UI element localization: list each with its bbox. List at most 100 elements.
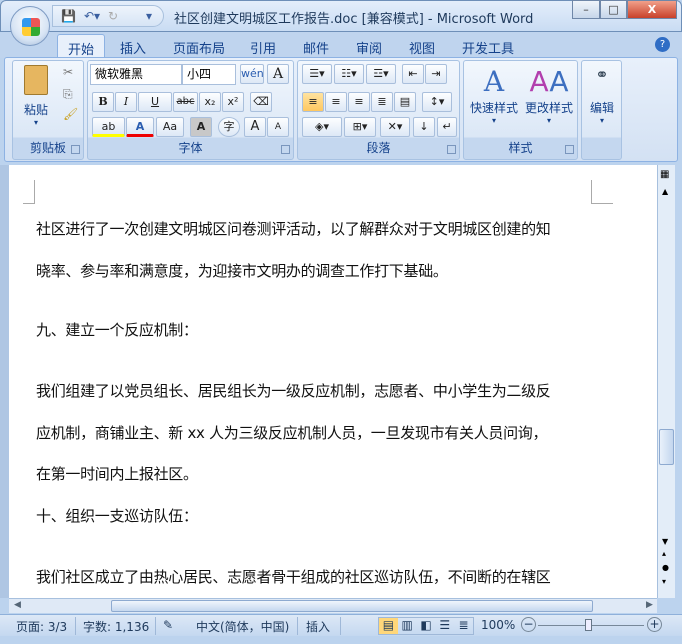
- font-color-button[interactable]: A: [126, 117, 154, 137]
- bold-button[interactable]: B: [92, 92, 114, 112]
- zoom-out-icon[interactable]: −: [521, 617, 536, 632]
- tab-developer[interactable]: 开发工具: [452, 34, 524, 58]
- customize-qat-icon[interactable]: ▾: [146, 9, 152, 23]
- strikethrough-button[interactable]: abc: [173, 92, 198, 112]
- clear-formatting-icon[interactable]: ⌫: [250, 92, 272, 112]
- horizontal-scroll-thumb[interactable]: [111, 600, 593, 612]
- previous-page-icon[interactable]: ▴: [662, 549, 666, 558]
- help-icon[interactable]: ?: [655, 37, 670, 52]
- paragraph-line: 我们组建了以党员组长、居民组长为一级反应机制，志愿者、中小学生为二级反: [36, 382, 551, 400]
- scroll-right-icon[interactable]: ▶: [646, 600, 653, 610]
- editing-group: ⚭ 编辑 ▾: [581, 60, 622, 160]
- change-case-button[interactable]: Aa: [156, 117, 184, 137]
- underline-button[interactable]: U: [138, 92, 172, 112]
- decrease-indent-button[interactable]: ⇤: [402, 64, 424, 84]
- font-group: 微软雅黑 小四 wén A B I U abc x₂ x² ⌫ ab A Aa …: [87, 60, 294, 160]
- justify-button[interactable]: ≣: [371, 92, 393, 112]
- minimize-button[interactable]: –: [572, 0, 600, 19]
- quick-styles-button[interactable]: A 快速样式 ▾: [468, 65, 520, 125]
- enclose-characters-button[interactable]: 字: [218, 117, 240, 137]
- cut-icon[interactable]: ✂: [63, 65, 73, 79]
- zoom-level[interactable]: 100%: [481, 618, 515, 632]
- office-logo-icon: [22, 18, 40, 36]
- undo-icon[interactable]: ↶▾: [84, 9, 100, 23]
- heading-line: 十、组织一支巡访队伍：: [36, 507, 198, 525]
- distributed-button[interactable]: ▤: [394, 92, 416, 112]
- sort-button[interactable]: ↓: [413, 117, 435, 137]
- subscript-button[interactable]: x₂: [199, 92, 221, 112]
- page-count[interactable]: 页面: 3/3: [16, 618, 67, 635]
- superscript-button[interactable]: x²: [222, 92, 244, 112]
- vertical-scrollbar[interactable]: ▦ ▲ ▼ ▴ ● ▾: [657, 165, 675, 598]
- shrink-font-button[interactable]: A: [267, 117, 289, 137]
- tab-insert[interactable]: 插入: [110, 34, 156, 58]
- horizontal-scrollbar[interactable]: ◀ ▶: [9, 598, 657, 613]
- highlight-button[interactable]: ab: [92, 117, 125, 137]
- redo-icon[interactable]: ↻: [108, 9, 118, 23]
- show-marks-button[interactable]: ↵: [437, 117, 457, 137]
- shading-button[interactable]: ◈▾: [302, 117, 342, 137]
- save-icon[interactable]: 💾: [61, 9, 76, 23]
- tab-review[interactable]: 审阅: [346, 34, 392, 58]
- language-status[interactable]: 中文(简体，中国): [196, 618, 289, 635]
- align-right-button[interactable]: ≡: [348, 92, 370, 112]
- scroll-up-icon[interactable]: ▲: [662, 187, 668, 196]
- next-page-icon[interactable]: ▾: [662, 577, 666, 586]
- character-border-button[interactable]: A: [267, 64, 289, 84]
- web-layout-icon[interactable]: ◧: [417, 618, 436, 634]
- paste-button[interactable]: 粘贴 ▾: [19, 65, 53, 127]
- draft-view-icon[interactable]: ≣: [454, 618, 473, 634]
- bullets-button[interactable]: ☰▾: [302, 64, 332, 84]
- align-left-button[interactable]: ≡: [302, 92, 324, 112]
- center-button[interactable]: ≡: [325, 92, 347, 112]
- proofing-icon[interactable]: ✎: [163, 618, 173, 632]
- styles-launcher-icon[interactable]: [565, 145, 574, 154]
- numbering-button[interactable]: ☷▾: [334, 64, 364, 84]
- word-count[interactable]: 字数: 1,136: [83, 618, 149, 635]
- maximize-button[interactable]: □: [600, 0, 627, 19]
- zoom-in-icon[interactable]: +: [647, 617, 662, 632]
- phonetic-guide-button[interactable]: wén: [240, 64, 264, 84]
- font-launcher-icon[interactable]: [281, 145, 290, 154]
- print-layout-view-icon[interactable]: ▤: [379, 618, 398, 634]
- clipboard-launcher-icon[interactable]: [71, 145, 80, 154]
- paragraph-line: 社区进行了一次创建文明城区问卷测评活动，以了解群众对于文明城区创建的知: [36, 220, 551, 238]
- window-title: 社区创建文明城区工作报告.doc [兼容模式] - Microsoft Word: [174, 12, 534, 27]
- tab-references[interactable]: 引用: [240, 34, 286, 58]
- copy-icon[interactable]: ⎘: [63, 87, 73, 102]
- full-screen-reading-icon[interactable]: ▥: [398, 618, 417, 634]
- editing-button[interactable]: ⚭ 编辑 ▾: [584, 65, 620, 125]
- select-browse-object-icon[interactable]: ●: [662, 563, 669, 572]
- asian-layout-button[interactable]: ✕▾: [380, 117, 410, 137]
- italic-button[interactable]: I: [115, 92, 137, 112]
- office-button[interactable]: [10, 6, 50, 46]
- insert-mode-status[interactable]: 插入: [306, 618, 330, 635]
- change-styles-button[interactable]: AA 更改样式 ▾: [522, 65, 576, 125]
- tab-page-layout[interactable]: 页面布局: [163, 34, 235, 58]
- font-name-select[interactable]: 微软雅黑: [90, 64, 182, 85]
- document-page[interactable]: 社区进行了一次创建文明城区问卷测评活动，以了解群众对于文明城区创建的知 晓率、参…: [0, 165, 657, 598]
- heading-line: 九、建立一个反应机制：: [36, 321, 198, 339]
- vertical-scroll-thumb[interactable]: [659, 429, 674, 465]
- tab-view[interactable]: 视图: [399, 34, 445, 58]
- scroll-down-icon[interactable]: ▼: [662, 537, 668, 546]
- grow-font-button[interactable]: A: [244, 117, 266, 137]
- close-button[interactable]: X: [627, 0, 677, 19]
- borders-button[interactable]: ⊞▾: [344, 117, 376, 137]
- styles-group: A 快速样式 ▾ AA 更改样式 ▾ 样式: [463, 60, 578, 160]
- format-painter-icon[interactable]: 🖌: [63, 107, 78, 121]
- tab-home[interactable]: 开始: [57, 34, 106, 58]
- scroll-left-icon[interactable]: ◀: [14, 600, 21, 610]
- zoom-slider-thumb[interactable]: [585, 619, 592, 631]
- margin-mark-left: [23, 180, 35, 204]
- status-bar: 页面: 3/3 字数: 1,136 ✎ 中文(简体，中国) 插入 ▤ ▥ ◧ ☰…: [0, 614, 682, 636]
- font-size-select[interactable]: 小四: [182, 64, 236, 85]
- character-shading-button[interactable]: A: [190, 117, 212, 137]
- ruler-toggle-icon[interactable]: ▦: [660, 169, 669, 180]
- paragraph-launcher-icon[interactable]: [447, 145, 456, 154]
- outline-view-icon[interactable]: ☰: [435, 618, 454, 634]
- increase-indent-button[interactable]: ⇥: [425, 64, 447, 84]
- multilevel-list-button[interactable]: ☲▾: [366, 64, 396, 84]
- tab-mailings[interactable]: 邮件: [293, 34, 339, 58]
- line-spacing-button[interactable]: ↕▾: [422, 92, 452, 112]
